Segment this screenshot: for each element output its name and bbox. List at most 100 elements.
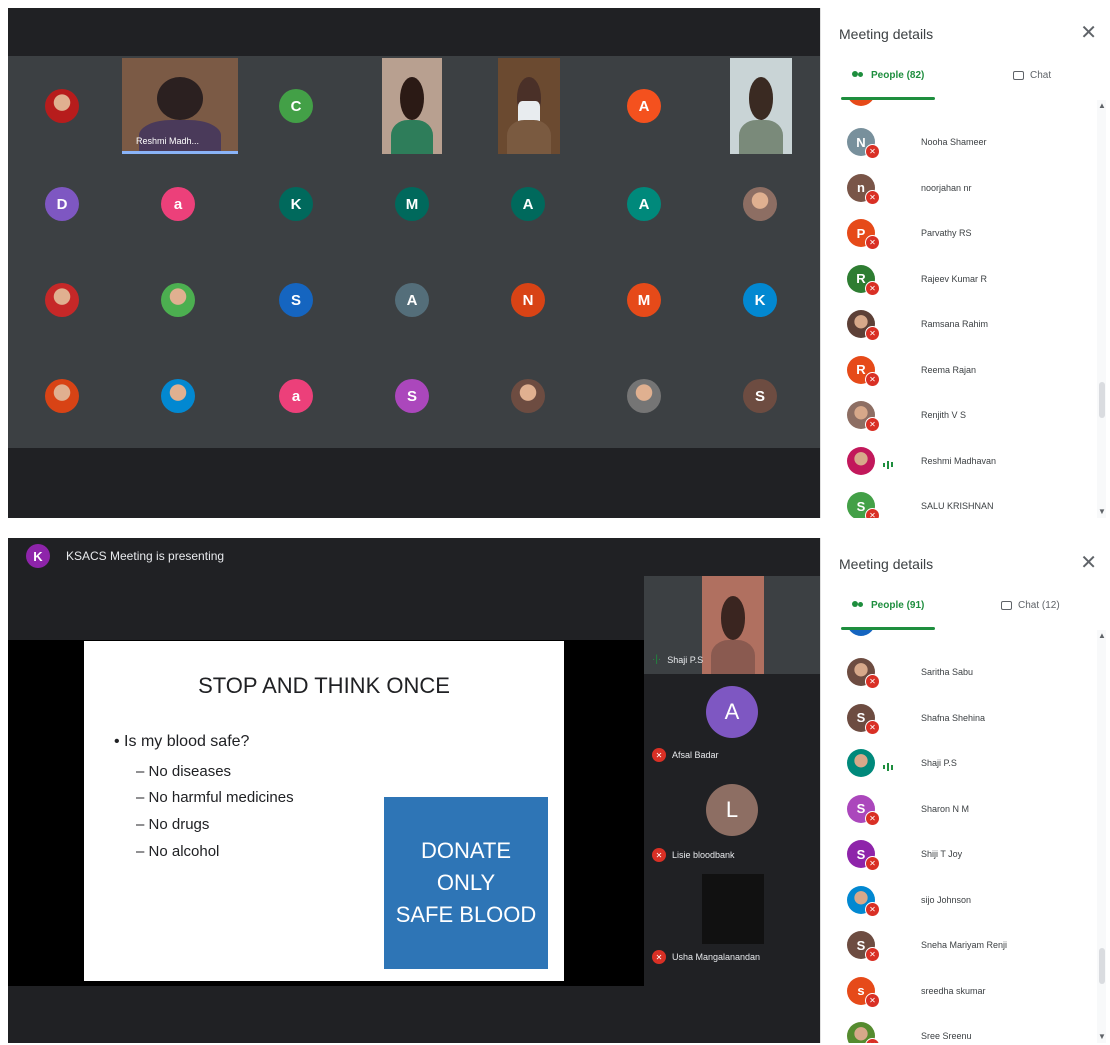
- participant-avatar[interactable]: C: [279, 89, 313, 123]
- close-icon[interactable]: ✕: [1080, 20, 1097, 45]
- participant-row[interactable]: ✕ sijo Johnson: [847, 882, 1087, 918]
- participant-avatar[interactable]: M: [395, 187, 429, 221]
- presentation-slide: STOP AND THINK ONCE • Is my blood safe? …: [84, 641, 564, 981]
- tab-chat[interactable]: Chat (12): [1001, 600, 1060, 611]
- video-tile-3[interactable]: [498, 58, 560, 154]
- participant-name: Rajeev Kumar R: [921, 273, 988, 284]
- participant-avatar[interactable]: S: [279, 283, 313, 317]
- participant-photo-avatar[interactable]: [743, 187, 777, 221]
- participant-avatar[interactable]: A: [395, 283, 429, 317]
- participant-photo-avatar[interactable]: [161, 379, 195, 413]
- scrollbar-thumb[interactable]: [1099, 382, 1105, 418]
- participant-avatar[interactable]: a: [161, 187, 195, 221]
- participant-row[interactable]: n ✕ noorjahan nr: [847, 170, 1087, 206]
- mic-off-icon: ✕: [652, 848, 666, 862]
- participant-avatar[interactable]: K: [743, 283, 777, 317]
- participant-photo-avatar[interactable]: [45, 283, 79, 317]
- participant-row[interactable]: ✕ Renjith V S: [847, 397, 1087, 433]
- participant-name: Saritha Sabu: [921, 667, 974, 677]
- participant-row[interactable]: S ✕ Sharon N M: [847, 791, 1087, 827]
- participant-avatar[interactable]: A: [627, 89, 661, 123]
- participant-avatar[interactable]: A: [511, 187, 545, 221]
- participant-photo-avatar[interactable]: [627, 379, 661, 413]
- video-name-label: Reshmi Madh...: [136, 136, 200, 146]
- video-grid: C A Da K M A A S A N M Ka S S Reshmi Madh...: [8, 8, 820, 518]
- strip-name: Afsal Badar: [672, 750, 719, 760]
- participant-name: sijo Johnson: [921, 894, 972, 905]
- mic-off-icon: ✕: [865, 326, 880, 341]
- participant-avatar[interactable]: A: [627, 187, 661, 221]
- participant-row[interactable]: S ✕ SALU KRISHNAN: [847, 488, 1087, 518]
- scrollbar-thumb[interactable]: [1099, 948, 1105, 984]
- participant-photo-avatar[interactable]: [161, 283, 195, 317]
- participant-name: SALU KRISHNAN: [921, 501, 994, 511]
- tab-people[interactable]: People (82): [851, 70, 924, 81]
- participant-name: Reema Rajan: [921, 364, 977, 375]
- participant-avatar[interactable]: M: [627, 283, 661, 317]
- tab-chat[interactable]: Chat: [1013, 70, 1051, 81]
- participant-row[interactable]: s ✕ sreedha skumar: [847, 973, 1087, 1009]
- participant-row[interactable]: P ✕ Parvathy RS: [847, 215, 1087, 251]
- presentation-area: K KSACS Meeting is presenting STOP AND T…: [8, 538, 820, 1043]
- mic-off-icon: ✕: [865, 371, 880, 387]
- strip-tile-usha[interactable]: ✕ Usha Mangalanandan: [644, 874, 820, 970]
- mic-off-icon: ✕: [865, 856, 880, 871]
- participant-row[interactable]: ✕ Saritha Sabu: [847, 654, 1087, 690]
- participant-photo-avatar[interactable]: [45, 89, 79, 123]
- scroll-up-icon[interactable]: ▲: [1098, 632, 1106, 640]
- participant-avatar[interactable]: N: [511, 283, 545, 317]
- mic-off-icon: ✕: [865, 508, 880, 518]
- strip-label: ·|· Shaji P.S: [652, 654, 703, 665]
- tab-people-label: People (91): [871, 600, 925, 611]
- strip-tile-shaji[interactable]: ·|· Shaji P.S: [644, 576, 820, 674]
- strip-tile-lisie[interactable]: L ✕ Lisie bloodbank: [644, 776, 820, 872]
- scroll-down-icon[interactable]: ▼: [1098, 1033, 1106, 1041]
- mic-off-icon: ✕: [865, 947, 880, 962]
- participant-row[interactable]: N ✕ Nooha Shameer: [847, 124, 1087, 160]
- participant-row[interactable]: S ✕ Shafna Shehina: [847, 700, 1087, 736]
- tab-people[interactable]: People (91): [851, 600, 924, 611]
- mic-off-icon: ✕: [865, 235, 880, 250]
- donate-line: DONATE: [420, 838, 512, 863]
- meeting-details-panel: Meeting details ✕ People (91) Chat (12) …: [820, 538, 1106, 1043]
- participant-avatar[interactable]: D: [45, 187, 79, 221]
- participant-photo-avatar[interactable]: [45, 379, 79, 413]
- participant-name: Nooha Shameer: [921, 137, 987, 147]
- video-tile-2[interactable]: [382, 58, 442, 154]
- strip-name: Lisie bloodbank: [672, 850, 735, 860]
- people-list-scrollbar[interactable]: ▲ ▼: [1097, 100, 1106, 518]
- slide-title: STOP AND THINK ONCE: [198, 673, 450, 698]
- people-icon: [851, 600, 865, 611]
- participant-avatar[interactable]: S: [743, 379, 777, 413]
- participant-row[interactable]: R ✕ Reema Rajan: [847, 352, 1087, 388]
- participant-avatar[interactable]: K: [279, 187, 313, 221]
- participant-row[interactable]: ✕ Ramsana Rahim: [847, 306, 1087, 342]
- people-icon: [851, 70, 865, 81]
- participant-row[interactable]: Shaji P.S: [847, 745, 1087, 781]
- participant-photo-avatar[interactable]: [511, 379, 545, 413]
- participant-avatar: [847, 446, 875, 475]
- donate-box: DONATE ONLY SAFE BLOOD: [384, 797, 548, 969]
- strip-tile-afsal[interactable]: A ✕ Afsal Badar: [644, 678, 820, 774]
- scroll-up-icon[interactable]: ▲: [1098, 102, 1106, 110]
- slide-bullet-text: Is my blood safe?: [124, 733, 250, 750]
- close-icon[interactable]: ✕: [1080, 550, 1097, 575]
- participant-row[interactable]: ✕ Sree Sreenu: [847, 1018, 1087, 1043]
- video-tile-4[interactable]: [730, 58, 792, 154]
- donate-line: SAFE BLOOD: [395, 902, 537, 927]
- participant-avatar[interactable]: a: [279, 379, 313, 413]
- participant-row[interactable]: S ✕ Shiji T Joy: [847, 836, 1087, 872]
- scroll-down-icon[interactable]: ▼: [1098, 508, 1106, 516]
- participant-row[interactable]: Reshmi Madhavan: [847, 443, 1087, 479]
- video-tile-reshmi[interactable]: Reshmi Madh...: [122, 58, 238, 154]
- people-list-scrollbar[interactable]: ▲ ▼: [1097, 630, 1106, 1043]
- mic-off-icon: ✕: [865, 719, 880, 735]
- chat-icon: [1013, 71, 1024, 80]
- active-speaker-bar: [122, 151, 238, 154]
- participant-avatar[interactable]: S: [395, 379, 429, 413]
- participant-row[interactable]: R ✕ Rajeev Kumar R: [847, 261, 1087, 297]
- participant-name: Sneha Mariyam Renji: [921, 940, 1008, 950]
- tab-chat-label: Chat (12): [1018, 600, 1060, 611]
- strip-label: ✕ Usha Mangalanandan: [652, 950, 760, 964]
- participant-row[interactable]: S ✕ Sneha Mariyam Renji: [847, 927, 1087, 963]
